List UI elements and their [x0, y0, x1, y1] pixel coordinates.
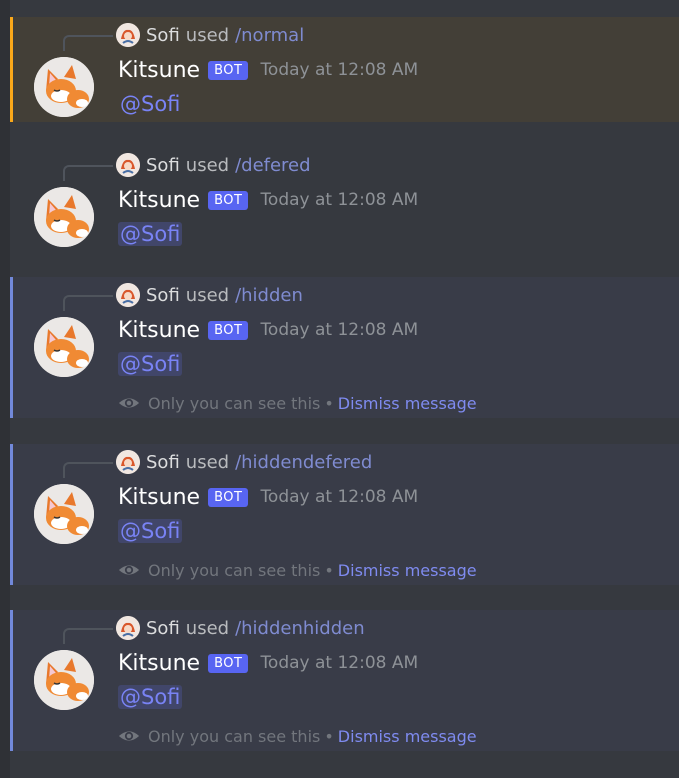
sofi-mini-avatar[interactable] — [116, 283, 140, 307]
kitsune-avatar[interactable] — [34, 57, 94, 117]
user-mention[interactable]: @Sofi — [118, 519, 183, 543]
reply-username[interactable]: Sofi — [146, 155, 180, 176]
reply-username[interactable]: Sofi — [146, 285, 180, 306]
message-hiddenhidden: Sofi used /hiddenhidden Kitsune BOT Toda… — [10, 610, 679, 751]
separator-dot: • — [324, 726, 334, 746]
reply-verb: used — [185, 154, 230, 176]
ephemeral-notice: Only you can see this • Dismiss message — [118, 725, 477, 747]
author-name[interactable]: Kitsune — [118, 651, 200, 676]
message-content: @Sofi — [118, 89, 182, 119]
reply-reference[interactable]: Sofi used /defered — [116, 153, 311, 177]
kitsune-avatar[interactable] — [34, 484, 94, 544]
reply-command[interactable]: /hidden — [235, 285, 303, 306]
timestamp[interactable]: Today at 12:08 AM — [260, 190, 418, 210]
reply-username[interactable]: Sofi — [146, 618, 180, 639]
timestamp[interactable]: Today at 12:08 AM — [260, 60, 418, 80]
kitsune-avatar[interactable] — [34, 187, 94, 247]
message-content: @Sofi — [118, 349, 183, 379]
separator-dot: • — [324, 393, 334, 413]
message-hiddendefered: Sofi used /hiddendefered Kitsune BOT Tod… — [10, 444, 679, 585]
eye-icon — [118, 398, 140, 408]
message-content: @Sofi — [118, 516, 183, 546]
reply-command[interactable]: /normal — [235, 25, 304, 46]
kitsune-avatar[interactable] — [34, 650, 94, 710]
message-header: Kitsune BOT Today at 12:08 AM — [118, 648, 418, 678]
sofi-mini-avatar[interactable] — [116, 23, 140, 47]
author-name[interactable]: Kitsune — [118, 188, 200, 213]
left-gutter — [0, 0, 10, 778]
author-name[interactable]: Kitsune — [118, 485, 200, 510]
message-hidden: Sofi used /hidden Kitsune BOT Today at 1… — [10, 277, 679, 418]
message-content: @Sofi — [118, 219, 183, 249]
bot-tag: BOT — [208, 190, 249, 210]
bot-tag: BOT — [208, 653, 249, 673]
dismiss-message-link[interactable]: Dismiss message — [338, 394, 477, 413]
reply-connector — [63, 165, 113, 181]
author-name[interactable]: Kitsune — [118, 58, 200, 83]
ephemeral-notice: Only you can see this • Dismiss message — [118, 392, 477, 414]
message-header: Kitsune BOT Today at 12:08 AM — [118, 315, 418, 345]
sofi-mini-avatar[interactable] — [116, 153, 140, 177]
reply-verb: used — [185, 617, 230, 639]
reply-verb: used — [185, 24, 230, 46]
eye-icon — [118, 731, 140, 741]
timestamp[interactable]: Today at 12:08 AM — [260, 653, 418, 673]
reply-username[interactable]: Sofi — [146, 25, 180, 46]
ephemeral-notice: Only you can see this • Dismiss message — [118, 559, 477, 581]
message-header: Kitsune BOT Today at 12:08 AM — [118, 482, 418, 512]
reply-command[interactable]: /defered — [235, 155, 310, 176]
dismiss-message-link[interactable]: Dismiss message — [338, 561, 477, 580]
ephemeral-text: Only you can see this — [148, 393, 321, 413]
timestamp[interactable]: Today at 12:08 AM — [260, 487, 418, 507]
message-defered: Sofi used /defered Kitsune BOT Today at … — [10, 147, 679, 262]
reply-connector — [63, 295, 113, 311]
bot-tag: BOT — [208, 320, 249, 340]
reply-connector — [63, 462, 113, 478]
sofi-mini-avatar[interactable] — [116, 450, 140, 474]
separator-dot: • — [324, 560, 334, 580]
ephemeral-text: Only you can see this — [148, 726, 321, 746]
user-mention[interactable]: @Sofi — [118, 685, 183, 709]
message-normal: Sofi used /normal Kitsune BOT Today at 1… — [10, 17, 679, 122]
message-header: Kitsune BOT Today at 12:08 AM — [118, 55, 418, 85]
message-content: @Sofi — [118, 682, 183, 712]
reply-verb: used — [185, 284, 230, 306]
author-name[interactable]: Kitsune — [118, 318, 200, 343]
reply-command[interactable]: /hiddenhidden — [235, 618, 365, 639]
eye-icon — [118, 565, 140, 575]
reply-verb: used — [185, 451, 230, 473]
sofi-mini-avatar[interactable] — [116, 616, 140, 640]
message-header: Kitsune BOT Today at 12:08 AM — [118, 185, 418, 215]
reply-command[interactable]: /hiddendefered — [235, 452, 372, 473]
reply-connector — [63, 35, 113, 51]
reply-reference[interactable]: Sofi used /hidden — [116, 283, 303, 307]
user-mention[interactable]: @Sofi — [118, 352, 183, 376]
bot-tag: BOT — [208, 487, 249, 507]
timestamp[interactable]: Today at 12:08 AM — [260, 320, 418, 340]
dismiss-message-link[interactable]: Dismiss message — [338, 727, 477, 746]
ephemeral-text: Only you can see this — [148, 560, 321, 580]
user-mention[interactable]: @Sofi — [118, 92, 182, 116]
reply-reference[interactable]: Sofi used /normal — [116, 23, 304, 47]
user-mention[interactable]: @Sofi — [118, 222, 183, 246]
bot-tag: BOT — [208, 60, 249, 80]
reply-connector — [63, 628, 113, 644]
reply-reference[interactable]: Sofi used /hiddendefered — [116, 450, 372, 474]
reply-username[interactable]: Sofi — [146, 452, 180, 473]
kitsune-avatar[interactable] — [34, 317, 94, 377]
reply-reference[interactable]: Sofi used /hiddenhidden — [116, 616, 365, 640]
